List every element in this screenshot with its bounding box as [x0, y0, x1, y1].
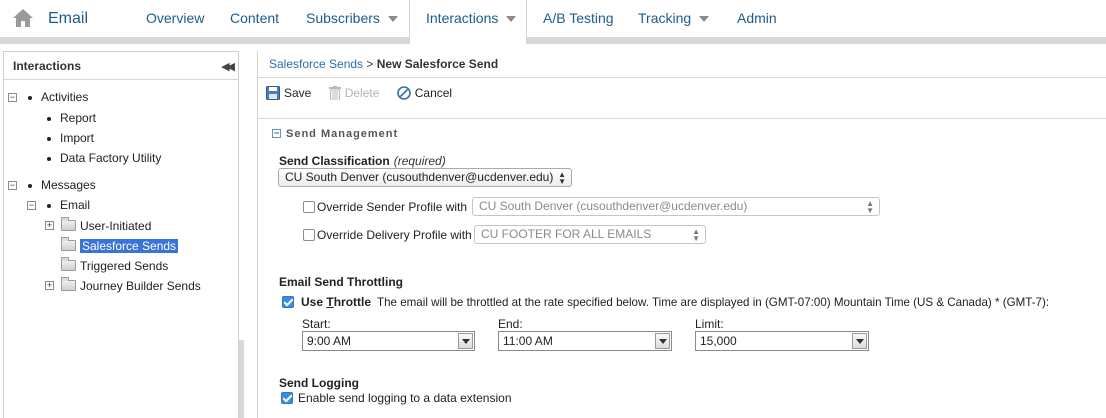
toolbar-divider [258, 118, 1106, 119]
collapse-toggle-icon[interactable]: − [27, 201, 36, 210]
tree-item-salesforce-sends[interactable]: Salesforce Sends [61, 237, 179, 255]
section-send-management[interactable]: − Send Management [272, 128, 398, 140]
tab-tracking[interactable]: Tracking [622, 0, 725, 38]
throttling-heading: Email Send Throttling [279, 275, 404, 289]
breadcrumb-link-salesforce-sends[interactable]: Salesforce Sends [269, 57, 363, 71]
override-delivery-select[interactable]: CU FOOTER FOR ALL EMAILS ▲ ▼ [474, 225, 706, 244]
send-logging-heading: Send Logging [279, 376, 359, 390]
chevron-down-icon [699, 16, 710, 23]
send-logging-checkbox[interactable] [281, 392, 293, 404]
tab-overview[interactable]: Overview [130, 0, 220, 38]
breadcrumb: Salesforce Sends > New Salesforce Send [269, 57, 498, 71]
chevron-down-icon [387, 16, 398, 23]
folder-icon [61, 217, 76, 232]
tab-content[interactable]: Content [214, 0, 295, 38]
sidebar-divider [4, 79, 238, 80]
send-classification-label: Send Classification (required) [279, 154, 446, 168]
override-delivery-checkbox[interactable] [303, 229, 315, 241]
delete-button[interactable]: Delete [328, 83, 379, 103]
tab-admin[interactable]: Admin [721, 0, 793, 38]
toolbar: Save Delete Cancel [266, 83, 466, 103]
sidebar: Interactions ◀◀ − Activities Report Impo… [3, 51, 239, 418]
folder-icon [61, 237, 76, 252]
limit-combo[interactable]: 15,000 [695, 331, 869, 351]
tree-item-user-initiated[interactable]: User-Initiated [61, 217, 151, 235]
collapse-toggle-icon[interactable]: − [272, 128, 281, 138]
sidebar-title: Interactions [13, 59, 82, 73]
collapse-toggle-icon[interactable]: − [8, 181, 17, 190]
bullet-icon [28, 183, 32, 188]
override-sender-select[interactable]: CU South Denver (cusouthdenver@ucdenver.… [472, 197, 880, 216]
override-delivery-label: Override Delivery Profile with [317, 228, 472, 242]
bullet-icon [47, 116, 51, 121]
end-label: End: [498, 317, 523, 331]
expand-toggle-icon[interactable]: + [45, 281, 54, 290]
override-sender-checkbox[interactable] [303, 201, 315, 213]
tree-item-triggered-sends[interactable]: Triggered Sends [61, 257, 168, 275]
expand-toggle-icon[interactable]: + [45, 221, 54, 230]
breadcrumb-current: New Salesforce Send [376, 57, 499, 71]
select-arrows-icon: ▲ ▼ [558, 170, 566, 186]
top-nav: Email Overview Content Subscribers Inter… [0, 0, 1106, 44]
select-arrows-icon: ▲ ▼ [866, 199, 874, 215]
tab-interactions[interactable]: Interactions [409, 0, 527, 44]
use-throttle-checkbox[interactable] [282, 296, 294, 308]
end-time-combo[interactable]: 11:00 AM [498, 331, 672, 351]
use-throttle-label: Use Throttle [301, 295, 372, 309]
override-sender-label: Override Sender Profile with [317, 200, 468, 214]
bullet-icon [47, 203, 51, 208]
bullet-icon [28, 95, 32, 100]
save-icon [266, 85, 280, 100]
limit-label: Limit: [695, 317, 724, 331]
tree-item-email[interactable]: Email [47, 196, 90, 214]
chevron-down-icon[interactable] [458, 333, 473, 349]
tree-item-activities[interactable]: Activities [28, 88, 88, 106]
chevron-down-icon [506, 16, 517, 23]
throttle-description: The email will be throttled at the rate … [377, 296, 1050, 309]
cancel-button[interactable]: Cancel [396, 83, 452, 103]
send-classification-select[interactable]: CU South Denver (cusouthdenver@ucdenver.… [278, 168, 572, 187]
select-arrows-icon: ▲ ▼ [692, 227, 700, 243]
double-chevron-left-icon[interactable]: ◀◀ [221, 60, 235, 73]
cancel-icon [396, 86, 411, 100]
nav-divider [0, 38, 1106, 44]
sidebar-scrollbar[interactable] [239, 340, 244, 418]
tab-subscribers[interactable]: Subscribers [290, 0, 414, 38]
chevron-down-icon[interactable] [852, 333, 867, 349]
tree-item-data-factory-utility[interactable]: Data Factory Utility [47, 149, 161, 167]
folder-icon [61, 277, 76, 292]
send-logging-label: Enable send logging to a data extension [298, 391, 512, 405]
trash-icon [328, 85, 341, 101]
start-label: Start: [302, 317, 331, 331]
app-title[interactable]: Email [48, 10, 88, 28]
collapse-toggle-icon[interactable]: − [8, 93, 17, 102]
chevron-down-icon[interactable] [655, 333, 670, 349]
home-icon[interactable] [12, 8, 34, 28]
tree-item-messages[interactable]: Messages [28, 176, 96, 194]
folder-icon [61, 257, 76, 272]
main-panel: Salesforce Sends > New Salesforce Send S… [257, 51, 1106, 418]
breadcrumb-separator: > [366, 57, 374, 71]
tree-item-report[interactable]: Report [47, 109, 96, 127]
tree-item-journey-builder-sends[interactable]: Journey Builder Sends [61, 277, 201, 295]
bullet-icon [47, 156, 51, 161]
tab-ab-testing[interactable]: A/B Testing [527, 0, 630, 38]
bullet-icon [47, 136, 51, 141]
start-time-combo[interactable]: 9:00 AM [302, 331, 475, 351]
save-button[interactable]: Save [266, 83, 311, 103]
tree-item-import[interactable]: Import [47, 129, 94, 147]
breadcrumb-divider [258, 77, 1106, 78]
